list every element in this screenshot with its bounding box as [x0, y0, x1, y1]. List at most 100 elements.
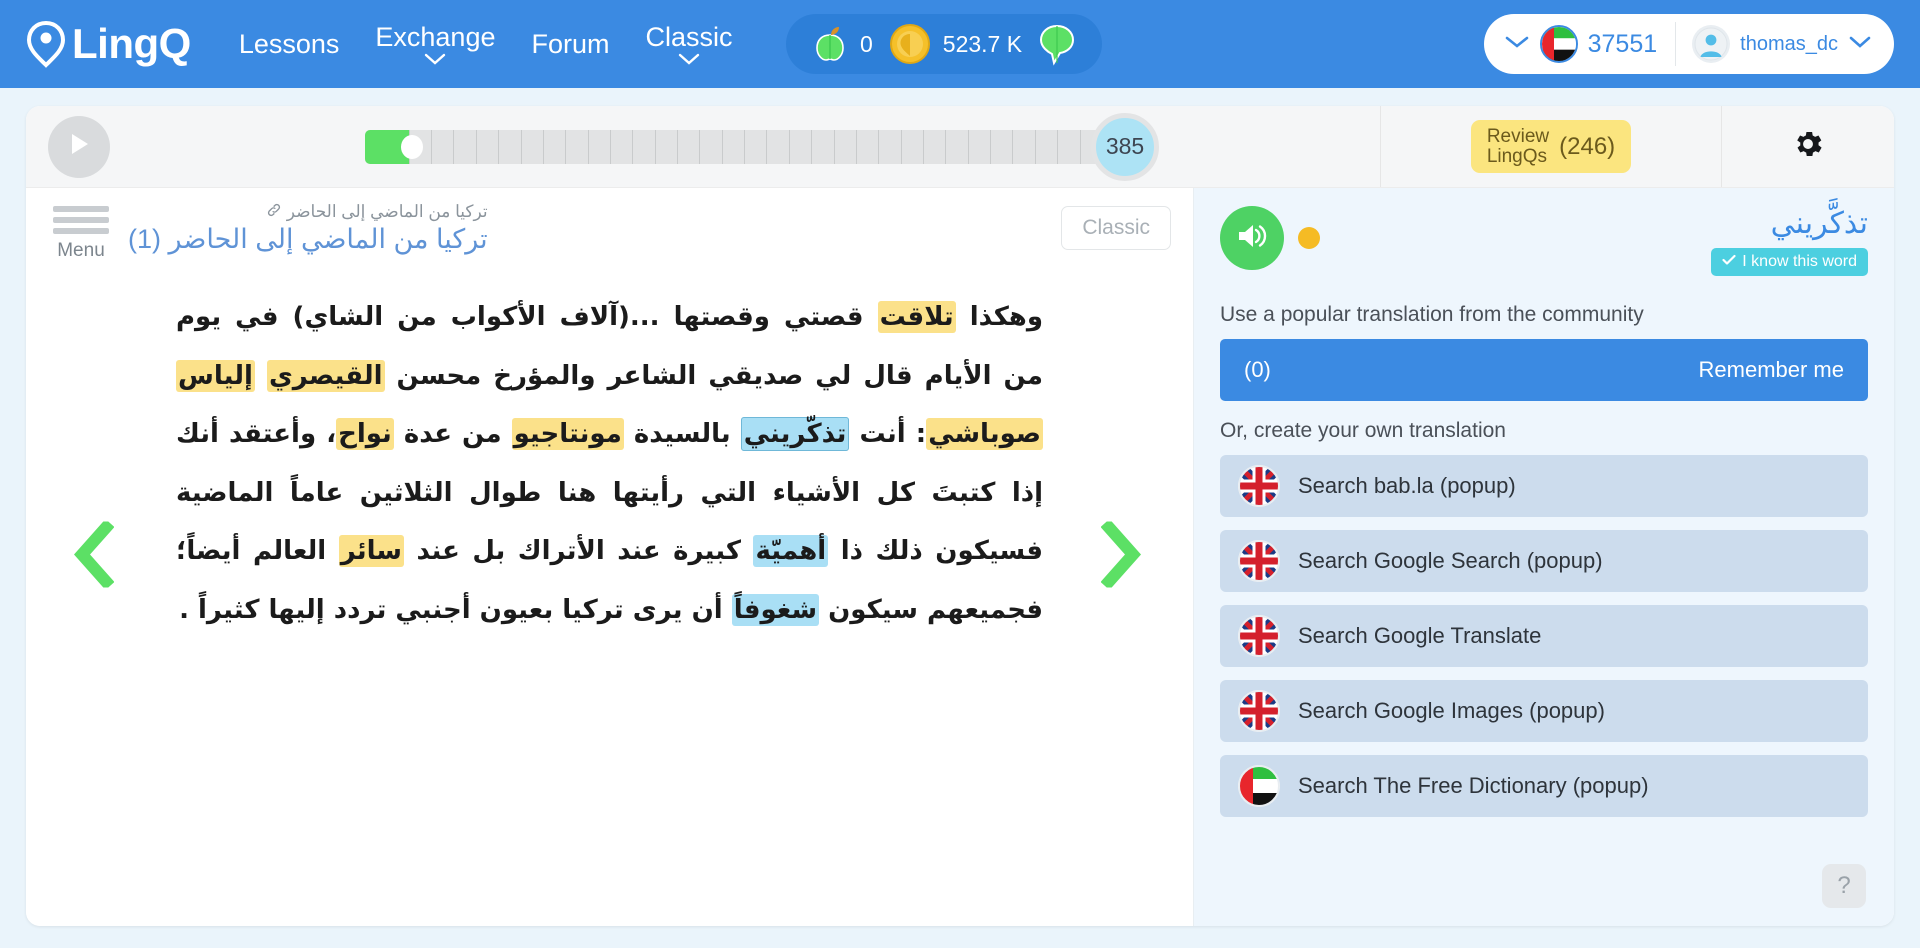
- word-panel-header: تذكَّريني I know this word: [1220, 206, 1868, 276]
- dictionary-label: Search Google Search (popup): [1298, 548, 1603, 574]
- track-segment: [477, 130, 499, 164]
- progress-knob[interactable]: [401, 135, 423, 159]
- link-icon: [267, 202, 281, 222]
- speaker-icon: [1235, 221, 1269, 256]
- chevron-right-icon: [1101, 575, 1141, 592]
- dictionary-item[interactable]: Search bab.la (popup): [1220, 455, 1868, 517]
- breadcrumb-label: تركيا من الماضي إلى الحاضر: [287, 202, 488, 222]
- lesson-titles: تركيا من الماضي إلى الحاضر تركيا من الما…: [128, 202, 488, 255]
- coin-count: 523.7 K: [943, 31, 1022, 58]
- lesson-settings-button[interactable]: [1722, 127, 1894, 166]
- previous-page-button[interactable]: [74, 522, 114, 593]
- text-run: : أنت: [849, 419, 926, 449]
- lingq-drop-icon: [1038, 22, 1076, 66]
- uae-flag-icon: [1540, 25, 1578, 63]
- lingq-logo[interactable]: LingQ: [26, 20, 191, 68]
- top-navigation-bar: LingQ Lessons Exchange Forum Classic: [0, 0, 1920, 88]
- word-audio-group: [1220, 206, 1320, 270]
- track-segment: [454, 130, 476, 164]
- track-segment: [879, 130, 901, 164]
- chevron-down-icon: [424, 53, 446, 65]
- breadcrumb[interactable]: تركيا من الماضي إلى الحاضر: [128, 202, 488, 222]
- nav-label: Exchange: [375, 23, 495, 51]
- nav-item-classic[interactable]: Classic: [646, 23, 733, 64]
- word-detail-panel: تذكَّريني I know this word Use a popular…: [1194, 188, 1894, 926]
- text-run: وهكذا: [956, 302, 1043, 332]
- menu-button[interactable]: Menu: [48, 202, 114, 262]
- nav-label: Classic: [646, 23, 733, 51]
- lesson-card: 385 Review LingQs (246): [26, 106, 1894, 926]
- sentence-count-badge: 385: [1091, 113, 1159, 181]
- reader-header: Menu تركيا من الماضي إلى الحاضر: [26, 188, 1193, 262]
- sentence-progress-track[interactable]: 385: [365, 130, 1125, 164]
- dictionary-item[interactable]: Search Google Images (popup): [1220, 680, 1868, 742]
- dictionary-item[interactable]: Search Google Search (popup): [1220, 530, 1868, 592]
- classic-view-button[interactable]: Classic: [1061, 206, 1171, 250]
- track-segment: [946, 130, 968, 164]
- track-segment: [790, 130, 812, 164]
- dictionary-item[interactable]: Search Google Translate: [1220, 605, 1868, 667]
- track-segment: [767, 130, 789, 164]
- dictionary-label: Search The Free Dictionary (popup): [1298, 773, 1649, 799]
- track-segment: [857, 130, 879, 164]
- page-background: 385 Review LingQs (246): [0, 88, 1920, 948]
- dictionary-label: Search bab.la (popup): [1298, 473, 1516, 499]
- known-words-count: 37551: [1588, 30, 1658, 59]
- lingq-word[interactable]: القيصري: [267, 360, 385, 392]
- review-lingqs-label: Review LingQs: [1487, 127, 1549, 167]
- lingq-wordmark: LingQ: [72, 23, 191, 65]
- lesson-paragraph[interactable]: وهكذا تلاقت قصتي وقصتها ...(آلاف الأكواب…: [176, 288, 1043, 639]
- play-button[interactable]: [48, 116, 110, 178]
- username-label: thomas_dc: [1740, 33, 1838, 56]
- primary-nav-links: Lessons Exchange Forum Classic: [239, 23, 733, 64]
- nav-item-lessons[interactable]: Lessons: [239, 30, 340, 58]
- i-know-this-word-button[interactable]: I know this word: [1711, 248, 1868, 276]
- dictionary-item[interactable]: Search The Free Dictionary (popup): [1220, 755, 1868, 817]
- user-menu[interactable]: thomas_dc: [1676, 14, 1894, 74]
- lingq-word[interactable]: صوباشي: [926, 418, 1043, 450]
- lingq-word-selected[interactable]: تذكّريني: [741, 417, 850, 451]
- review-line-1: Review: [1487, 126, 1549, 147]
- menu-label: Menu: [57, 240, 105, 262]
- uk-flag-icon: [1238, 540, 1280, 582]
- lingq-word[interactable]: أهميّة: [753, 535, 828, 567]
- next-page-button[interactable]: [1101, 522, 1141, 593]
- nav-item-forum[interactable]: Forum: [531, 30, 609, 58]
- apple-stat[interactable]: 0: [812, 25, 873, 63]
- review-lingqs-button[interactable]: Review LingQs (246): [1471, 120, 1631, 174]
- track-segment: [499, 130, 521, 164]
- track-segment: [924, 130, 946, 164]
- play-word-audio-button[interactable]: [1220, 206, 1284, 270]
- text-run: من عدة: [394, 419, 512, 449]
- track-segment: [611, 130, 633, 164]
- popular-translation-label: Use a popular translation from the commu…: [1220, 303, 1868, 327]
- play-icon: [66, 130, 92, 163]
- help-button[interactable]: ?: [1822, 864, 1866, 908]
- check-icon: [1722, 253, 1736, 271]
- nav-label: Lessons: [239, 30, 340, 58]
- coin-stat[interactable]: 523.7 K: [889, 23, 1022, 65]
- lingq-stat[interactable]: [1038, 22, 1076, 66]
- word-header-right: تذكَّريني I know this word: [1711, 206, 1868, 276]
- track-segment: [678, 130, 700, 164]
- lingq-word[interactable]: تلاقت: [878, 301, 956, 333]
- nav-item-exchange[interactable]: Exchange: [375, 23, 495, 64]
- track-segment: [700, 130, 722, 164]
- track-segment: [1036, 130, 1058, 164]
- popular-translation-option[interactable]: (0) Remember me: [1220, 339, 1868, 401]
- text-run: كبيرة عند الأتراك بل عند: [404, 536, 753, 566]
- track-segment: [969, 130, 991, 164]
- gear-icon: [1791, 127, 1825, 166]
- lingq-word[interactable]: إلياس: [176, 360, 255, 392]
- language-selector[interactable]: 37551: [1484, 14, 1676, 74]
- account-pill: 37551 thomas_dc: [1484, 14, 1894, 74]
- uk-flag-icon: [1238, 615, 1280, 657]
- lingq-word[interactable]: نواح: [336, 418, 394, 450]
- stats-pill: 0 523.7 K: [786, 14, 1102, 74]
- page-title[interactable]: تركيا من الماضي إلى الحاضر (1): [128, 224, 488, 255]
- progress-area: 385: [110, 130, 1380, 164]
- lingq-word[interactable]: مونتاجيو: [512, 418, 624, 450]
- lingq-word[interactable]: سائر: [339, 535, 404, 567]
- text-run: ذلك ذا: [828, 536, 923, 566]
- lingq-word[interactable]: شغوفاً: [732, 594, 819, 626]
